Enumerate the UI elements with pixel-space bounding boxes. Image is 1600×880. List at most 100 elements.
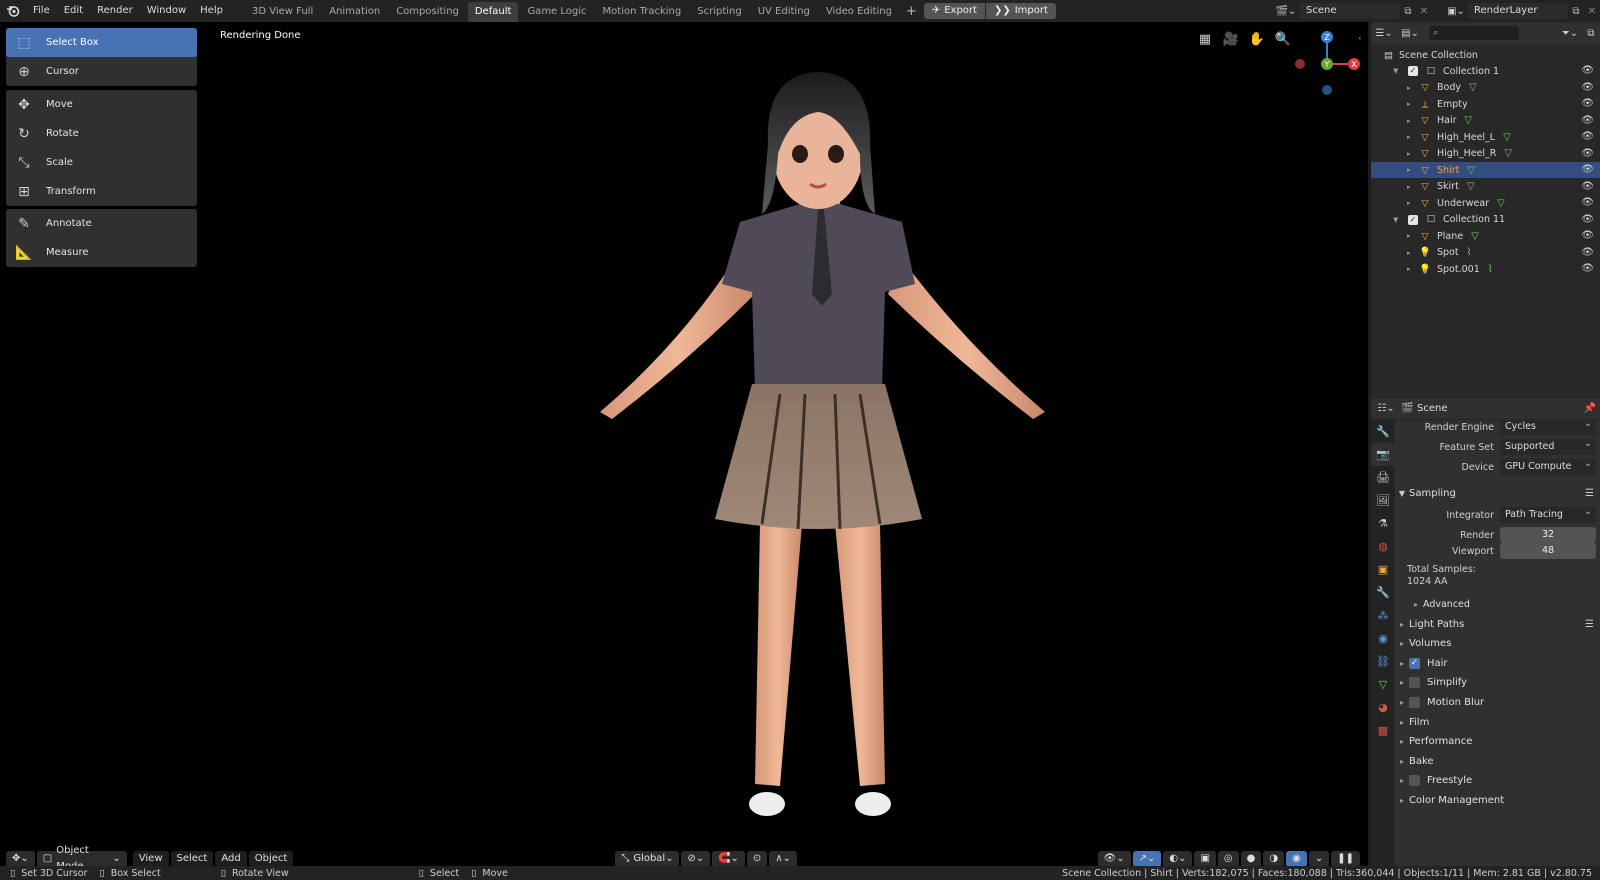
collection-checkbox[interactable]: ✓ <box>1408 66 1418 76</box>
collapsed-arrow-icon[interactable]: ▸ <box>1407 249 1417 257</box>
collapsed-arrow-icon[interactable]: ▸ <box>1407 117 1417 125</box>
visibility-eye-icon[interactable]: 👁 <box>1581 82 1594 93</box>
pin-icon[interactable]: 📌 <box>1580 403 1600 414</box>
add-menu[interactable]: Add <box>215 851 247 867</box>
render-samples-field[interactable]: 32 <box>1500 527 1596 543</box>
rendered-shading-icon[interactable]: ◉ <box>1286 851 1307 867</box>
menu-help[interactable]: Help <box>193 0 230 22</box>
output-tab-icon[interactable]: 🖨 <box>1371 466 1395 489</box>
outliner-item-underwear[interactable]: ▸ ▽ Underwear ▽ 👁 <box>1371 195 1600 211</box>
gizmo-toggle-icon[interactable]: ↗⌄ <box>1132 851 1162 867</box>
import-button[interactable]: ❯❯ Import <box>985 3 1056 19</box>
workspace-tab-default[interactable]: Default <box>467 1 519 22</box>
pause-render-icon[interactable]: ❚❚ <box>1331 851 1360 867</box>
visibility-eye-icon[interactable]: 👁 <box>1581 115 1594 126</box>
collapse-header-icon[interactable]: ‹ <box>1358 34 1362 44</box>
visibility-eye-icon[interactable]: 👁 <box>1581 214 1594 225</box>
collapsed-arrow-icon[interactable]: ▸ <box>1407 100 1417 108</box>
expanded-arrow-icon[interactable]: ▼ <box>1393 216 1403 224</box>
scene-collection-row[interactable]: ▤ Scene Collection <box>1371 47 1600 63</box>
snap-toggle-icon[interactable]: 🧲⌄ <box>712 851 745 867</box>
new-collection-icon[interactable]: ⧉ <box>1582 28 1600 39</box>
outliner-item-high_heel_l[interactable]: ▸ ▽ High_Heel_L ▽ 👁 <box>1371 129 1600 145</box>
collapsed-arrow-icon[interactable]: ▸ <box>1407 199 1417 207</box>
outliner-item-skirt[interactable]: ▸ ▽ Skirt ▽ 👁 <box>1371 179 1600 195</box>
workspace-tab-video-editing[interactable]: Video Editing <box>819 2 899 22</box>
modifier-tab-icon[interactable]: 🔧 <box>1371 581 1395 604</box>
3d-viewport[interactable]: Rendering Done ⬚ Select Box ⊕ Cursor ✥ Move ↻… <box>0 22 1368 870</box>
collection-checkbox[interactable]: ✓ <box>1408 214 1418 225</box>
render-tab-icon[interactable]: 📷 <box>1371 443 1395 466</box>
collapsed-arrow-icon[interactable]: ▸ <box>1407 265 1417 273</box>
panel-volumes[interactable]: ▸ Volumes <box>1395 634 1600 654</box>
tool-annotate[interactable]: ✎ Annotate <box>6 209 197 238</box>
workspace-tab-scripting[interactable]: Scripting <box>690 2 748 22</box>
wireframe-shading-icon[interactable]: ◎ <box>1217 851 1239 867</box>
view-menu[interactable]: View <box>132 851 169 867</box>
tool-scale[interactable]: ⤡ Scale <box>6 148 197 177</box>
new-layer-icon[interactable]: ⧉ <box>1568 6 1584 17</box>
menu-edit[interactable]: Edit <box>57 0 90 22</box>
outliner-search-input[interactable]: ⌕ <box>1429 26 1519 40</box>
transform-orientation-dropdown[interactable]: ⤡ Global ⌄ <box>615 851 680 867</box>
device-dropdown[interactable]: GPU Compute <box>1500 456 1596 475</box>
menu-file[interactable]: File <box>26 0 57 22</box>
feature-set-dropdown[interactable]: Supported <box>1500 436 1596 455</box>
physics-tab-icon[interactable]: ◉ <box>1371 627 1395 650</box>
scene-tab-icon[interactable]: ⚗ <box>1371 512 1395 535</box>
object-mode-dropdown[interactable]: ▢Object Mode⌄ <box>36 845 127 870</box>
solid-shading-icon[interactable]: ● <box>1240 851 1262 867</box>
workspace-tab-compositing[interactable]: Compositing <box>389 2 466 22</box>
data-tab-icon[interactable]: ▽ <box>1371 673 1395 696</box>
visibility-eye-icon[interactable]: 👁 <box>1581 230 1594 241</box>
export-button[interactable]: ✈ Export <box>923 3 985 19</box>
constraints-tab-icon[interactable]: ⛓ <box>1371 650 1395 673</box>
view-layer-tab-icon[interactable]: 🖼 <box>1371 489 1395 512</box>
outliner-item-empty[interactable]: ▸ ⟂ Empty 👁 <box>1371 96 1600 112</box>
visibility-icon[interactable]: 👁⌄ <box>1097 851 1131 867</box>
visibility-eye-icon[interactable]: 👁 <box>1581 263 1594 274</box>
panel-freestyle[interactable]: ▸ Freestyle <box>1395 771 1600 791</box>
xray-icon[interactable]: ▣ <box>1194 851 1216 867</box>
visibility-eye-icon[interactable]: 👁 <box>1581 65 1594 76</box>
workspace-tab-game-logic[interactable]: Game Logic <box>520 2 593 22</box>
panel-bake[interactable]: ▸ Bake <box>1395 751 1600 771</box>
menu-window[interactable]: Window <box>140 0 193 22</box>
tool-tab-icon[interactable]: 🔧 <box>1371 420 1395 443</box>
presets-icon[interactable]: ☰ <box>1585 619 1594 630</box>
panel-enable-checkbox[interactable]: ✓ <box>1409 657 1420 669</box>
world-tab-icon[interactable]: ◍ <box>1371 535 1395 558</box>
pivot-point-icon[interactable]: ⊘⌄ <box>681 851 711 867</box>
filter-icon[interactable]: ⏷⌄ <box>1558 28 1582 39</box>
editor-type-icon[interactable]: ✥⌄ <box>6 851 35 867</box>
visibility-eye-icon[interactable]: 👁 <box>1581 197 1594 208</box>
outliner-item-collection-11[interactable]: ▼ ✓ ☐ Collection 11 👁 <box>1371 212 1600 228</box>
panel-hair[interactable]: ▸ ✓ Hair <box>1395 653 1600 673</box>
material-shading-icon[interactable]: ◑ <box>1263 851 1285 867</box>
particles-tab-icon[interactable]: ⁂ <box>1371 604 1395 627</box>
panel-color-management[interactable]: ▸ Color Management <box>1395 790 1600 810</box>
material-tab-icon[interactable]: ◕ <box>1371 696 1395 719</box>
delete-layer-icon[interactable]: ✕ <box>1584 6 1600 17</box>
outliner-item-shirt[interactable]: ▸ ▽ Shirt ▽ 👁 <box>1371 162 1600 178</box>
outliner-item-body[interactable]: ▸ ▽ Body ▽ 👁 <box>1371 80 1600 96</box>
sampling-presets-icon[interactable]: ☰ <box>1585 488 1594 499</box>
visibility-eye-icon[interactable]: 👁 <box>1581 247 1594 258</box>
scene-type-icon[interactable]: 🎬⌄ <box>1272 6 1300 17</box>
panel-film[interactable]: ▸ Film <box>1395 712 1600 732</box>
workspace-tab-motion-tracking[interactable]: Motion Tracking <box>596 2 689 22</box>
display-mode-icon[interactable]: ▤⌄ <box>1397 28 1423 39</box>
add-workspace-icon[interactable]: + <box>900 4 923 19</box>
tool-rotate[interactable]: ↻ Rotate <box>6 119 197 148</box>
panel-enable-checkbox[interactable] <box>1409 775 1420 787</box>
visibility-eye-icon[interactable]: 👁 <box>1581 148 1594 159</box>
render-layer-icon[interactable]: ▣⌄ <box>1444 6 1468 17</box>
panel-motion-blur[interactable]: ▸ Motion Blur <box>1395 692 1600 712</box>
delete-scene-icon[interactable]: ✕ <box>1416 6 1432 17</box>
visibility-eye-icon[interactable]: 👁 <box>1581 181 1594 192</box>
outliner-item-plane[interactable]: ▸ ▽ Plane ▽ 👁 <box>1371 228 1600 244</box>
texture-tab-icon[interactable]: ▩ <box>1371 719 1395 742</box>
scene-name-field[interactable]: Scene <box>1300 3 1400 19</box>
outliner-item-hair[interactable]: ▸ ▽ Hair ▽ 👁 <box>1371 113 1600 129</box>
outliner-item-collection-1[interactable]: ▼ ✓ ☐ Collection 1 👁 <box>1371 63 1600 79</box>
